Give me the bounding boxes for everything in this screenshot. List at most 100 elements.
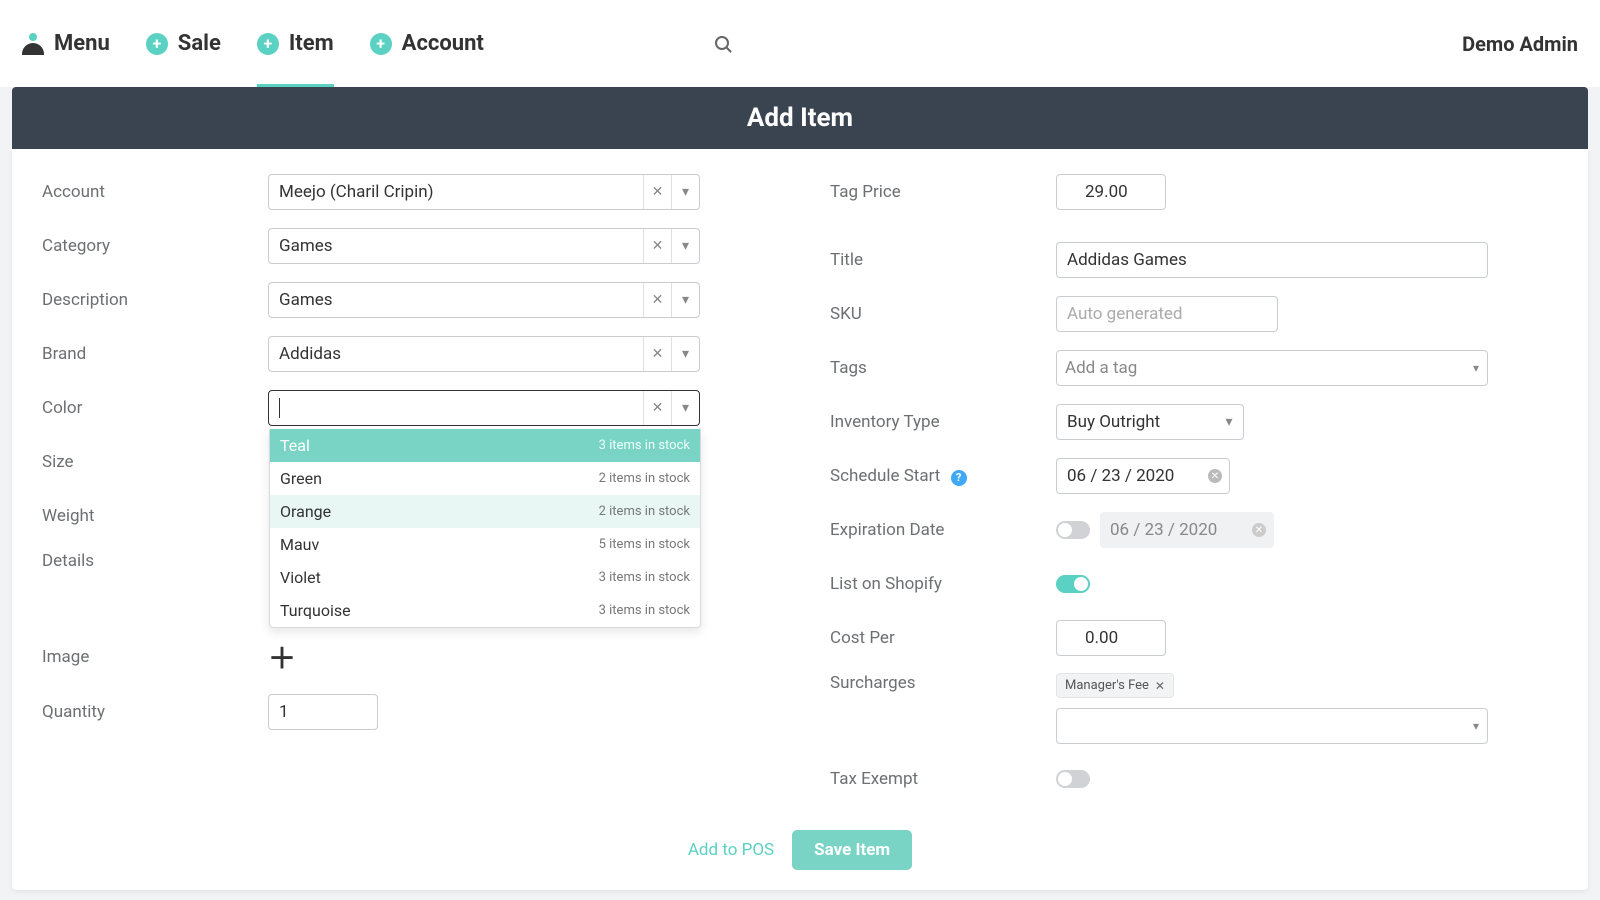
tag-price-input[interactable]: 29.00 [1056, 174, 1166, 210]
label-expiration-date: Expiration Date [830, 520, 1056, 540]
clear-icon[interactable]: ✕ [643, 229, 671, 263]
title-input[interactable]: Addidas Games [1056, 242, 1488, 278]
chevron-down-icon[interactable]: ▾ [671, 337, 699, 371]
label-account: Account [42, 182, 268, 202]
label-details: Details [42, 551, 268, 571]
nav-account[interactable]: + Account [370, 31, 484, 56]
surcharges-select[interactable]: ▾ [1056, 708, 1488, 744]
plus-icon: + [257, 33, 279, 55]
tags-select[interactable]: Add a tag ▾ [1056, 350, 1488, 386]
color-option-label: Mauv [280, 535, 319, 554]
chevron-down-icon[interactable]: ▾ [671, 391, 699, 425]
schedule-start-text: Schedule Start [830, 466, 940, 486]
color-option-violet[interactable]: Violet 3 items in stock [270, 561, 700, 594]
label-image: Image [42, 647, 268, 667]
chevron-down-icon[interactable]: ▾ [1215, 405, 1243, 439]
chevron-down-icon[interactable]: ▾ [671, 175, 699, 209]
menu-icon [22, 33, 44, 55]
add-to-pos-button[interactable]: Add to POS [688, 840, 774, 860]
nav-menu[interactable]: Menu [22, 31, 110, 56]
help-icon[interactable]: ? [951, 470, 967, 486]
inventory-type-value: Buy Outright [1057, 412, 1215, 432]
chevron-down-icon[interactable]: ▾ [1473, 719, 1479, 733]
tax-exempt-toggle[interactable] [1056, 770, 1090, 788]
label-color: Color [42, 398, 268, 418]
label-sku: SKU [830, 304, 1056, 324]
color-option-green[interactable]: Green 2 items in stock [270, 462, 700, 495]
inventory-type-select[interactable]: Buy Outright ▾ [1056, 404, 1244, 440]
plus-icon: + [370, 33, 392, 55]
expiration-date-value: 06 / 23 / 2020 [1110, 520, 1217, 540]
schedule-start-input[interactable]: 06 / 23 / 2020 [1056, 458, 1230, 494]
clear-icon[interactable]: ✕ [643, 283, 671, 317]
brand-value: Addidas [269, 344, 643, 364]
label-inventory-type: Inventory Type [830, 412, 1056, 432]
search-icon[interactable] [715, 36, 731, 52]
clear-date-icon[interactable]: ✕ [1208, 469, 1222, 483]
label-quantity: Quantity [42, 702, 268, 722]
nav-menu-label: Menu [54, 31, 110, 56]
chevron-down-icon[interactable]: ▾ [671, 283, 699, 317]
top-nav: Menu + Sale + Item + Account Demo Admin [0, 0, 1600, 87]
nav-sale-label: Sale [178, 31, 221, 56]
label-tax-exempt: Tax Exempt [830, 769, 1056, 789]
account-select[interactable]: Meejo (Charil Cripin) ✕ ▾ [268, 174, 700, 210]
label-schedule-start: Schedule Start ? [830, 466, 1056, 486]
category-value: Games [269, 236, 643, 256]
label-title: Title [830, 250, 1056, 270]
right-column: Tag Price $ 29.00 Title Addidas Games [800, 149, 1588, 824]
nav-sale[interactable]: + Sale [146, 31, 221, 56]
color-option-label: Green [280, 469, 322, 488]
clear-icon[interactable]: ✕ [643, 391, 671, 425]
sku-placeholder: Auto generated [1067, 304, 1182, 324]
tag-price-value: 29.00 [1085, 182, 1128, 202]
stock-label: 3 items in stock [599, 603, 690, 618]
color-option-label: Orange [280, 502, 331, 521]
description-select[interactable]: Games ✕ ▾ [268, 282, 700, 318]
sku-input[interactable]: Auto generated [1056, 296, 1278, 332]
label-surcharges: Surcharges [830, 673, 1056, 693]
save-item-button[interactable]: Save Item [792, 830, 912, 870]
cost-per-input[interactable]: 0.00 [1056, 620, 1166, 656]
remove-chip-icon[interactable]: ✕ [1155, 679, 1165, 693]
color-dropdown: Teal 3 items in stock Green 2 items in s… [269, 429, 701, 628]
stock-label: 5 items in stock [599, 537, 690, 552]
color-option-mauv[interactable]: Mauv 5 items in stock [270, 528, 700, 561]
shopify-toggle[interactable] [1056, 575, 1090, 593]
color-option-label: Violet [280, 568, 321, 587]
chevron-down-icon[interactable]: ▾ [1473, 361, 1479, 375]
form-card: Account Meejo (Charil Cripin) ✕ ▾ Catego… [12, 149, 1588, 890]
stock-label: 2 items in stock [599, 471, 690, 486]
color-select[interactable]: ✕ ▾ Teal 3 items in stock Green 2 items … [268, 390, 700, 426]
color-option-teal[interactable]: Teal 3 items in stock [270, 429, 700, 462]
label-size: Size [42, 452, 268, 472]
color-option-orange[interactable]: Orange 2 items in stock [270, 495, 700, 528]
label-category: Category [42, 236, 268, 256]
category-select[interactable]: Games ✕ ▾ [268, 228, 700, 264]
quantity-input[interactable]: 1 [268, 694, 378, 730]
text-cursor [279, 398, 280, 418]
title-value: Addidas Games [1067, 250, 1187, 270]
tags-placeholder: Add a tag [1065, 358, 1137, 378]
nav-account-label: Account [402, 31, 484, 56]
color-option-label: Turquoise [280, 601, 351, 620]
clear-icon[interactable]: ✕ [643, 337, 671, 371]
chevron-down-icon[interactable]: ▾ [671, 229, 699, 263]
clear-icon[interactable]: ✕ [643, 175, 671, 209]
schedule-start-value: 06 / 23 / 2020 [1067, 466, 1174, 486]
color-option-turquoise[interactable]: Turquoise 3 items in stock [270, 594, 700, 627]
expiration-toggle[interactable] [1056, 521, 1090, 539]
account-value: Meejo (Charil Cripin) [269, 182, 643, 202]
brand-select[interactable]: Addidas ✕ ▾ [268, 336, 700, 372]
color-value [269, 398, 643, 418]
label-list-on-shopify: List on Shopify [830, 574, 1056, 594]
add-image-button[interactable]: ＋ [268, 637, 292, 677]
stock-label: 2 items in stock [599, 504, 690, 519]
left-column: Account Meejo (Charil Cripin) ✕ ▾ Catego… [12, 149, 800, 824]
nav-item[interactable]: + Item [257, 31, 334, 87]
clear-date-icon: ✕ [1252, 523, 1266, 537]
form-footer: Add to POS Save Item [12, 824, 1588, 870]
user-name[interactable]: Demo Admin [1462, 32, 1578, 56]
surcharge-chip-label: Manager's Fee [1065, 678, 1149, 693]
label-brand: Brand [42, 344, 268, 364]
